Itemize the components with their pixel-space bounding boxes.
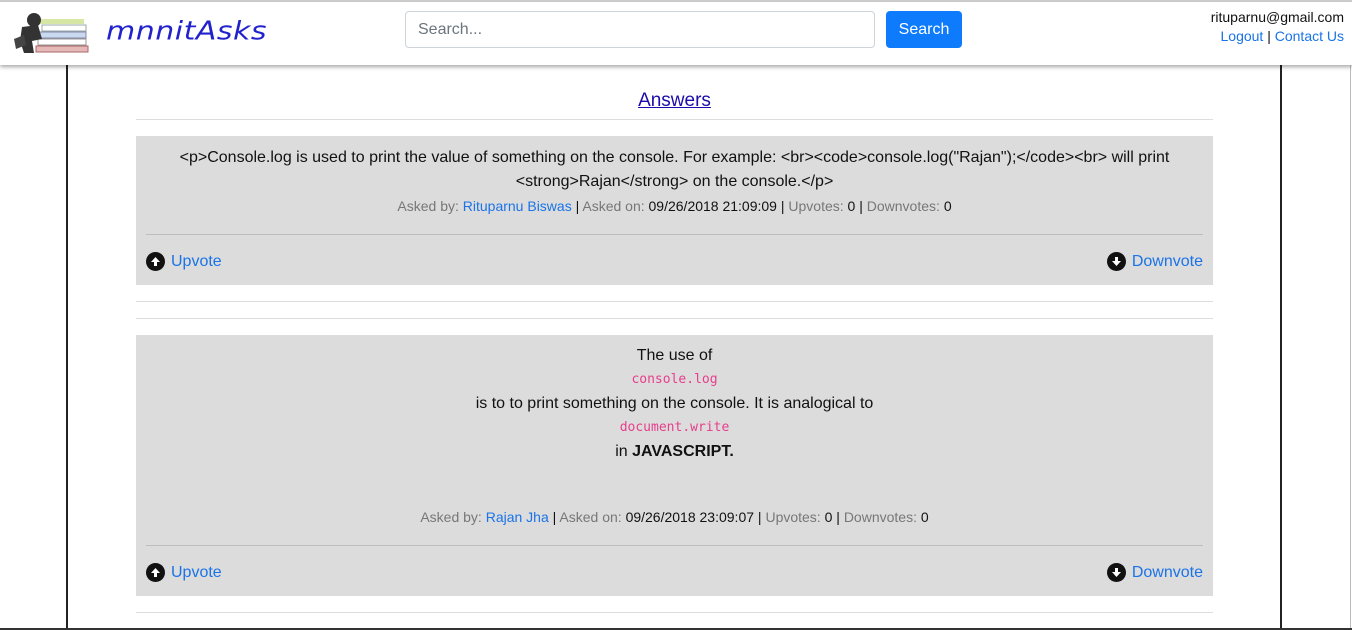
content-border-left <box>66 65 68 630</box>
downvotes-label: Downvotes: <box>843 509 917 525</box>
logout-link[interactable]: Logout <box>1221 28 1264 44</box>
divider <box>136 301 1213 302</box>
card-divider <box>146 545 1203 546</box>
logo-icon[interactable] <box>12 11 90 57</box>
search-input[interactable] <box>405 11 875 48</box>
answer-date: 09/26/2018 23:09:07 <box>625 509 755 525</box>
upvote-button[interactable]: Upvote <box>146 563 222 582</box>
brand-title[interactable]: mnnitAsks <box>106 17 267 47</box>
answer-text-line: in JAVASCRIPT. <box>136 440 1213 464</box>
upvotes-count: 0 <box>847 198 856 214</box>
page-title[interactable]: Answers <box>136 90 1213 112</box>
answer-text-line: <p>Console.log is used to print the valu… <box>179 149 1170 166</box>
downvote-button[interactable]: Downvote <box>1106 252 1203 271</box>
answer-meta: Asked by: Rajan Jha | Asked on: 09/26/20… <box>420 509 929 525</box>
downvote-label: Downvote <box>1131 563 1203 581</box>
upvote-label: Upvote <box>171 563 222 581</box>
answer-text-line: is to to print something on the console.… <box>475 395 874 412</box>
arrow-down-icon <box>1106 252 1126 271</box>
downvote-button[interactable]: Downvote <box>1106 563 1203 582</box>
upvotes-label: Upvotes: <box>765 509 821 525</box>
answer-body: The use of console.log is to to print so… <box>136 344 1213 464</box>
code-snippet: console.log <box>631 372 718 387</box>
answer-text-prefix: in <box>615 443 628 460</box>
code-snippet: document.write <box>619 420 730 435</box>
arrow-down-icon <box>1106 563 1126 582</box>
contact-us-link[interactable]: Contact Us <box>1275 28 1344 44</box>
downvote-label: Downvote <box>1131 252 1203 270</box>
scrollbar-track[interactable] <box>1350 65 1351 630</box>
arrow-up-icon <box>146 563 165 582</box>
answer-card: <p>Console.log is used to print the valu… <box>136 136 1213 285</box>
answer-text-line: The use of <box>636 347 713 364</box>
divider <box>136 119 1213 120</box>
upvotes-count: 0 <box>824 509 833 525</box>
downvotes-count: 0 <box>920 509 929 525</box>
content-border-right <box>1280 65 1282 630</box>
answer-text-bold: JAVASCRIPT. <box>632 443 734 460</box>
link-separator: | <box>1267 28 1271 44</box>
card-divider <box>146 234 1203 235</box>
answer-date: 09/26/2018 21:09:09 <box>648 198 777 214</box>
divider <box>136 612 1213 613</box>
search-button[interactable]: Search <box>886 11 962 48</box>
navbar: mnnitAsks Search rituparnu@gmail.com Log… <box>0 2 1352 65</box>
answer-body: <p>Console.log is used to print the valu… <box>136 146 1213 194</box>
answer-card: The use of console.log is to to print so… <box>136 335 1213 596</box>
asked-by-label: Asked by: <box>420 509 482 525</box>
author-link[interactable]: Rajan Jha <box>486 509 549 525</box>
author-link[interactable]: Rituparnu Biswas <box>463 198 572 214</box>
asked-on-label: Asked on: <box>582 198 645 214</box>
upvote-label: Upvote <box>171 252 222 270</box>
upvote-button[interactable]: Upvote <box>146 252 222 271</box>
answer-text-line: <strong>Rajan</strong> on the console.</… <box>515 173 834 190</box>
asked-by-label: Asked by: <box>397 198 459 214</box>
downvotes-label: Downvotes: <box>866 198 940 214</box>
user-links: Logout | Contact Us <box>1221 28 1345 44</box>
user-email: rituparnu@gmail.com <box>1210 9 1344 25</box>
downvotes-count: 0 <box>943 198 952 214</box>
answer-meta: Asked by: Rituparnu Biswas | Asked on: 0… <box>397 198 952 214</box>
upvotes-label: Upvotes: <box>788 198 844 214</box>
divider <box>136 318 1213 319</box>
arrow-up-icon <box>146 252 165 271</box>
asked-on-label: Asked on: <box>559 509 622 525</box>
